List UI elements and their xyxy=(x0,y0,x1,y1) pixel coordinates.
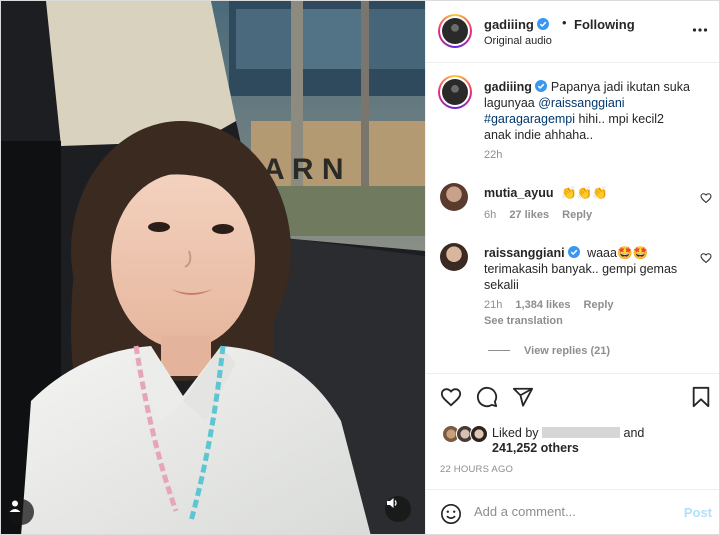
bookmark-icon[interactable] xyxy=(690,386,712,408)
liked-by-username-redacted[interactable] xyxy=(542,427,621,438)
replies-divider-line xyxy=(488,350,510,351)
comment-input[interactable] xyxy=(474,504,664,519)
liker-avatar[interactable] xyxy=(470,425,488,443)
heart-icon[interactable] xyxy=(700,252,712,264)
comments-list[interactable]: gadiiing Papanya jadi ikutan suka lagunya… xyxy=(426,63,719,373)
caption-mention[interactable]: @raissanggiani xyxy=(538,96,624,110)
header-separator-dot: • xyxy=(562,15,567,30)
original-audio-link[interactable]: Original audio xyxy=(484,35,552,47)
post-video[interactable]: A R N xyxy=(1,1,425,534)
sound-button[interactable] xyxy=(385,496,411,522)
comment-likes[interactable]: 1,384 likes xyxy=(515,299,570,311)
svg-text:A R N: A R N xyxy=(263,153,344,186)
verified-icon xyxy=(534,80,547,92)
liked-by-suffix: and xyxy=(623,426,645,440)
liked-by-prefix: Liked by xyxy=(492,426,539,440)
likes-count[interactable]: 241,252 others xyxy=(492,441,579,455)
sound-icon xyxy=(387,498,397,508)
view-replies-label: View replies (21) xyxy=(524,345,611,357)
see-translation-link[interactable]: See translation xyxy=(484,315,563,327)
comment-text: raissanggiani waaa🤩🤩 terimakasih banyak.… xyxy=(484,245,694,293)
author-avatar[interactable] xyxy=(438,14,472,48)
comment-likes[interactable]: 27 likes xyxy=(509,209,549,221)
verified-icon xyxy=(567,246,580,258)
caption-avatar[interactable] xyxy=(438,75,472,109)
caption-meta: 22h xyxy=(484,149,512,161)
comment-meta: 6h 27 likes Reply xyxy=(484,209,602,221)
comment-text: mutia_ayuu 👏👏👏 xyxy=(484,185,694,201)
smile-icon[interactable] xyxy=(440,503,462,525)
heart-icon[interactable] xyxy=(700,192,712,204)
post-header: gadiiing • Following Original audio xyxy=(426,1,719,63)
share-icon[interactable] xyxy=(512,386,534,408)
post-comment-button[interactable]: Post xyxy=(684,505,712,520)
post-dialog: A R N gadiiing • Following Original audi… xyxy=(0,0,720,535)
caption-text: gadiiing Papanya jadi ikutan suka lagunya… xyxy=(484,79,694,143)
comment-username[interactable]: raissanggiani xyxy=(484,246,580,260)
comment-meta: 21h 1,384 likes Reply xyxy=(484,299,624,311)
comment-time: 21h xyxy=(484,299,503,311)
caption-hashtag[interactable]: #garagaragempi xyxy=(484,112,575,126)
comment-icon[interactable] xyxy=(476,386,498,408)
post-actions: Liked by and 241,252 others 22 HOURS AGO xyxy=(426,373,719,488)
post-timestamp[interactable]: 22 HOURS AGO xyxy=(440,464,513,475)
comment-content: 👏👏👏 xyxy=(560,186,608,200)
reply-button[interactable]: Reply xyxy=(584,299,614,311)
video-frame-illustration: A R N xyxy=(1,1,425,534)
commenter-avatar[interactable] xyxy=(440,243,468,271)
view-replies-button[interactable]: View replies (21) xyxy=(488,345,610,357)
tag-user-button[interactable] xyxy=(8,499,34,525)
verified-icon xyxy=(536,18,549,30)
caption-username[interactable]: gadiiing xyxy=(484,80,547,94)
tag-user-icon xyxy=(9,500,21,512)
post-side-panel: gadiiing • Following Original audio gadi… xyxy=(425,1,719,534)
comment-username[interactable]: mutia_ayuu xyxy=(484,186,553,200)
more-icon[interactable] xyxy=(692,22,708,38)
add-comment-bar: Post xyxy=(426,489,719,534)
heart-icon[interactable] xyxy=(440,386,462,408)
author-username[interactable]: gadiiing xyxy=(484,17,549,32)
comment-time: 6h xyxy=(484,209,497,221)
caption-time: 22h xyxy=(484,149,503,161)
liked-by-avatars xyxy=(442,425,488,445)
commenter-avatar[interactable] xyxy=(440,183,468,211)
following-button[interactable]: Following xyxy=(574,17,635,32)
reply-button[interactable]: Reply xyxy=(562,209,592,221)
liked-by-text: Liked by and xyxy=(492,425,644,441)
